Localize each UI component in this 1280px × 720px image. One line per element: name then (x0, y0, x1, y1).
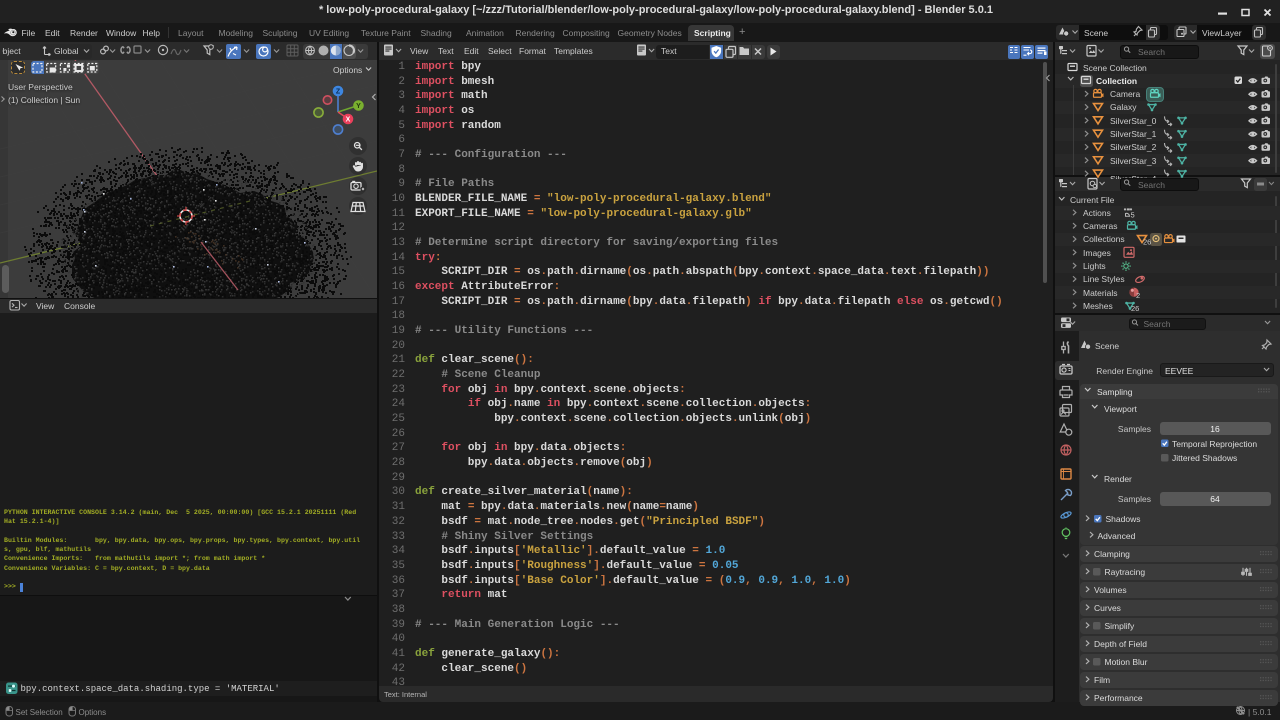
svg-text:5: 5 (1131, 210, 1135, 219)
svg-text:Y: Y (356, 103, 361, 110)
svg-text:Z: Z (336, 89, 341, 96)
svg-text:X: X (346, 117, 351, 124)
svg-text:26: 26 (1143, 238, 1151, 247)
svg-text:2: 2 (1136, 291, 1140, 300)
svg-text:26: 26 (1131, 304, 1139, 313)
